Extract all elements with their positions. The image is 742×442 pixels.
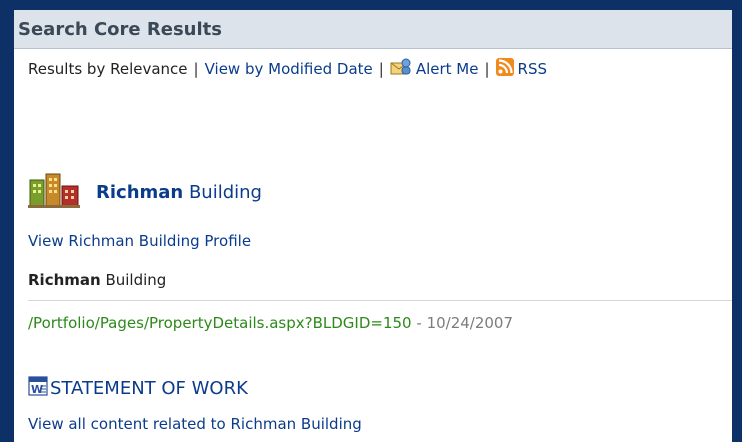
panel-header: Search Core Results — [14, 10, 732, 49]
result-title-rest: Building — [183, 181, 262, 203]
slide-frame-left — [0, 0, 14, 442]
result-title-link[interactable]: Richman Building — [96, 182, 262, 203]
result-date-separator: - — [411, 314, 427, 332]
panel-title: Search Core Results — [18, 18, 222, 40]
rss-icon[interactable] — [495, 58, 514, 80]
alert-me-link[interactable]: Alert Me — [416, 60, 479, 78]
word-document-icon: W — [28, 376, 48, 400]
result-url: /Portfolio/Pages/PropertyDetails.aspx?BL… — [28, 314, 412, 332]
statement-of-work-link[interactable]: STATEMENT OF WORK — [50, 378, 248, 399]
result-description-rest: Building — [100, 271, 167, 289]
results-by-relevance-label: Results by Relevance — [28, 60, 188, 78]
building-icon — [28, 172, 88, 212]
result-title-keyword: Richman — [96, 181, 184, 203]
result-description-keyword: Richman — [28, 271, 101, 289]
toolbar-separator: | — [484, 60, 490, 78]
toolbar-separator: | — [378, 60, 384, 78]
slide-frame-top — [0, 0, 742, 10]
rss-link[interactable]: RSS — [518, 60, 547, 78]
result-description: Richman Building — [28, 271, 166, 289]
view-building-profile-link[interactable]: View Richman Building Profile — [28, 232, 251, 250]
result-title-row: Richman Building — [28, 172, 262, 212]
result-date: 10/24/2007 — [426, 314, 514, 332]
toolbar-separator: | — [193, 60, 199, 78]
slide-frame-right — [732, 0, 742, 442]
search-core-results-panel: Search Core Results Results by Relevance… — [14, 10, 732, 442]
view-related-content-link[interactable]: View all content related to Richman Buil… — [28, 415, 362, 433]
result-divider — [28, 300, 732, 301]
result-url-line: /Portfolio/Pages/PropertyDetails.aspx?BL… — [28, 314, 513, 332]
result-title-row: W STATEMENT OF WORK — [28, 376, 248, 400]
view-by-modified-date-link[interactable]: View by Modified Date — [205, 60, 373, 78]
results-toolbar: Results by Relevance | View by Modified … — [14, 49, 732, 89]
alert-me-icon[interactable] — [390, 58, 412, 80]
